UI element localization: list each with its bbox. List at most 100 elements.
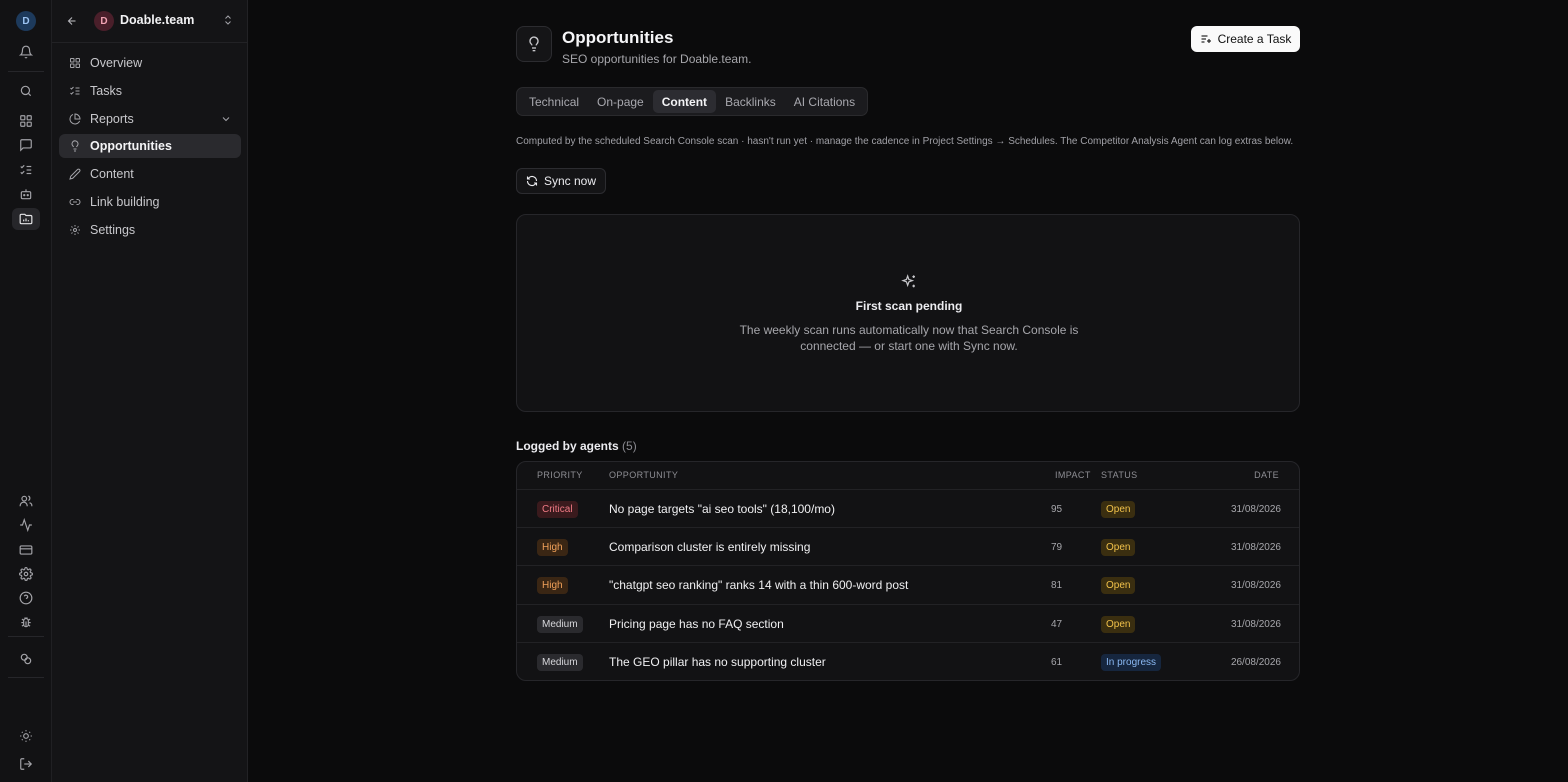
sidebar-item-content[interactable]: Content bbox=[59, 162, 241, 186]
checklist-icon bbox=[68, 84, 82, 98]
logged-section-title: Logged by agents (5) bbox=[516, 439, 637, 453]
sidebar-item-link-building[interactable]: Link building bbox=[59, 190, 241, 214]
status-badge: Open bbox=[1101, 538, 1136, 556]
header-date[interactable]: DATE bbox=[1254, 470, 1279, 480]
users-icon[interactable] bbox=[12, 490, 40, 512]
opportunity-title[interactable]: Pricing page has no FAQ section bbox=[609, 617, 784, 631]
tab-bar: Technical On-page Content Backlinks AI C… bbox=[516, 87, 869, 116]
sidebar-item-label: Settings bbox=[90, 223, 136, 237]
activity-icon[interactable] bbox=[12, 514, 40, 536]
status-badge: In progress bbox=[1101, 653, 1162, 671]
create-task-button[interactable]: Create a Task bbox=[1191, 26, 1300, 52]
tab-backlinks[interactable]: Backlinks bbox=[716, 90, 785, 113]
empty-state-title: First scan pending bbox=[855, 299, 963, 313]
lightbulb-icon bbox=[68, 139, 82, 153]
sidebar-item-label: Overview bbox=[90, 56, 143, 70]
checklist-icon[interactable] bbox=[12, 159, 40, 181]
empty-state-card: First scan pending The weekly scan runs … bbox=[516, 214, 1300, 412]
table-row[interactable]: Medium The GEO pillar has no supporting … bbox=[517, 642, 1299, 680]
user-avatar[interactable]: D bbox=[16, 11, 36, 31]
help-icon[interactable] bbox=[12, 587, 40, 609]
sync-now-button[interactable]: Sync now bbox=[516, 168, 606, 194]
impact-score: 61 bbox=[1051, 656, 1063, 668]
table-row[interactable]: Medium Pricing page has no FAQ section 4… bbox=[517, 604, 1299, 642]
priority-badge: High bbox=[537, 576, 568, 594]
list-plus-icon bbox=[1200, 33, 1212, 45]
logout-icon[interactable] bbox=[12, 753, 40, 775]
opportunity-title[interactable]: Comparison cluster is entirely missing bbox=[609, 540, 810, 554]
priority-badge: High bbox=[537, 538, 568, 556]
grid-icon bbox=[68, 56, 82, 70]
date-value: 31/08/2026 bbox=[1230, 579, 1281, 591]
sidebar-item-label: Opportunities bbox=[90, 139, 172, 153]
sync-now-label: Sync now bbox=[543, 174, 597, 188]
bug-icon[interactable] bbox=[12, 611, 40, 633]
link-icon bbox=[68, 195, 82, 209]
impact-score: 81 bbox=[1051, 579, 1063, 591]
impact-score: 79 bbox=[1051, 541, 1063, 553]
status-badge: Open bbox=[1101, 576, 1136, 594]
sidebar-item-tasks[interactable]: Tasks bbox=[59, 79, 241, 103]
header-priority[interactable]: PRIORITY bbox=[537, 470, 583, 480]
chevron-down-icon[interactable] bbox=[220, 113, 232, 125]
sidebar-item-label: Tasks bbox=[90, 84, 122, 98]
page-title: Opportunities bbox=[562, 28, 674, 47]
create-task-label: Create a Task bbox=[1217, 32, 1292, 46]
gear-icon bbox=[68, 223, 82, 237]
integrations-icon[interactable] bbox=[12, 648, 40, 670]
pencil-icon bbox=[68, 167, 82, 181]
date-value: 31/08/2026 bbox=[1230, 541, 1281, 553]
scan-note: Computed by the scheduled Search Console… bbox=[516, 136, 1294, 147]
credit-card-icon[interactable] bbox=[12, 539, 40, 561]
message-icon[interactable] bbox=[12, 134, 40, 156]
rail-divider bbox=[8, 677, 44, 678]
tab-content[interactable]: Content bbox=[652, 90, 717, 113]
gear-icon[interactable] bbox=[12, 563, 40, 585]
sidebar-item-settings[interactable]: Settings bbox=[59, 218, 241, 242]
empty-state-text: The weekly scan runs automatically now t… bbox=[739, 323, 1079, 353]
bot-icon[interactable] bbox=[12, 183, 40, 205]
status-badge: Open bbox=[1101, 500, 1136, 518]
logged-count: (5) bbox=[622, 439, 637, 453]
sun-icon[interactable] bbox=[12, 725, 40, 747]
priority-badge: Medium bbox=[537, 653, 583, 671]
lightbulb-icon bbox=[516, 26, 552, 62]
status-badge: Open bbox=[1101, 615, 1136, 633]
opportunity-title[interactable]: The GEO pillar has no supporting cluster bbox=[609, 655, 826, 669]
rail-divider bbox=[8, 636, 44, 637]
tab-ai-citations[interactable]: AI Citations bbox=[785, 90, 864, 113]
search-icon[interactable] bbox=[12, 80, 40, 102]
tab-technical[interactable]: Technical bbox=[520, 90, 588, 113]
logged-title: Logged by agents bbox=[516, 439, 619, 453]
table-row[interactable]: Critical No page targets "ai seo tools" … bbox=[517, 489, 1299, 527]
back-arrow-icon[interactable] bbox=[64, 12, 80, 30]
workspace-avatar: D bbox=[94, 11, 114, 31]
chevrons-up-down-icon[interactable] bbox=[222, 13, 234, 27]
table-row[interactable]: High "chatgpt seo ranking" ranks 14 with… bbox=[517, 565, 1299, 603]
header-opportunity[interactable]: OPPORTUNITY bbox=[609, 470, 678, 480]
page-subtitle: SEO opportunities for Doable.team. bbox=[562, 52, 752, 66]
folder-chart-icon[interactable] bbox=[12, 208, 40, 230]
sidebar-item-opportunities[interactable]: Opportunities bbox=[59, 134, 241, 158]
header-status[interactable]: STATUS bbox=[1101, 470, 1138, 480]
sidebar-item-label: Link building bbox=[90, 195, 160, 209]
priority-badge: Medium bbox=[537, 615, 583, 633]
opportunity-title[interactable]: "chatgpt seo ranking" ranks 14 with a th… bbox=[609, 578, 908, 592]
sidebar-item-overview[interactable]: Overview bbox=[59, 51, 241, 75]
opportunity-title[interactable]: No page targets "ai seo tools" (18,100/m… bbox=[609, 502, 835, 516]
date-value: 31/08/2026 bbox=[1230, 503, 1281, 515]
sidebar-item-label: Reports bbox=[90, 112, 134, 126]
sidebar-item-label: Content bbox=[90, 167, 134, 181]
workspace-name[interactable]: Doable.team bbox=[120, 13, 194, 27]
dashboard-icon[interactable] bbox=[12, 110, 40, 132]
sparkles-icon bbox=[901, 274, 917, 290]
table-row[interactable]: High Comparison cluster is entirely miss… bbox=[517, 527, 1299, 565]
sidebar-item-reports[interactable]: Reports bbox=[59, 107, 241, 131]
tab-on-page[interactable]: On-page bbox=[588, 90, 653, 113]
header-impact[interactable]: IMPACT bbox=[1055, 470, 1091, 480]
icon-rail: D bbox=[0, 0, 52, 782]
bell-icon[interactable] bbox=[12, 41, 40, 63]
opportunities-table: PRIORITY OPPORTUNITY IMPACT STATUS DATE … bbox=[516, 461, 1300, 681]
sidebar: D Doable.team Overview Tasks Reports Opp… bbox=[52, 0, 248, 782]
impact-score: 47 bbox=[1051, 618, 1063, 630]
